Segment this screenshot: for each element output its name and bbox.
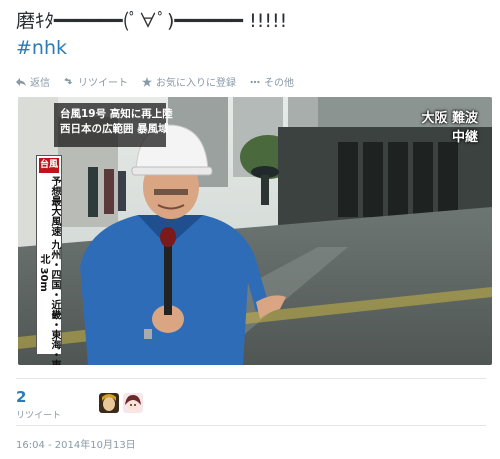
more-label: その他: [264, 78, 294, 89]
retweet-count-label: リツイート: [16, 411, 62, 421]
retweet-count: 2: [16, 388, 27, 406]
avatar[interactable]: [123, 393, 143, 413]
retweet-icon: [64, 77, 73, 84]
retweet-stats[interactable]: 2 リツイート: [16, 388, 61, 421]
tweet-actions: 返信 リツイート お気に入りに登録 その他: [16, 74, 294, 89]
retweet-label: リツイート: [78, 78, 128, 89]
divider-top: [16, 378, 486, 379]
reply-button[interactable]: 返信: [16, 74, 50, 89]
tweet-body: 磨ｷﾀ━━━━━━(ﾟ∀ﾟ)━━━━━━ !!!!!: [16, 10, 288, 32]
location-line-1: 大阪 難波: [421, 111, 478, 126]
divider-bottom: [16, 425, 486, 426]
retweet-button[interactable]: リツイート: [64, 74, 128, 89]
location-caption: 大阪 難波 中継: [421, 109, 478, 147]
wind-speed-panel: 台風 予想最大風速 九州・四国・近畿・東海・東北 30m: [36, 155, 62, 365]
ticker-line-1: 台風19号 高知に再上陸: [60, 108, 173, 120]
wind-panel-text: 予想最大風速 九州・四国・近畿・東海・東北 30m: [38, 176, 60, 365]
favorite-button[interactable]: お気に入りに登録: [142, 74, 236, 89]
reply-label: 返信: [30, 78, 50, 89]
tweet-timestamp[interactable]: 16:04 - 2014年10月13日: [16, 436, 136, 451]
tweet-text: 磨ｷﾀ━━━━━━(ﾟ∀ﾟ)━━━━━━ !!!!! #nhk: [16, 8, 486, 62]
more-icon: [250, 80, 260, 83]
ticker-line-2: 西日本の広範囲 暴風域: [60, 123, 169, 135]
avatar[interactable]: [99, 393, 119, 413]
more-button[interactable]: その他: [250, 74, 294, 89]
location-line-2: 中継: [451, 130, 478, 145]
retweeter-avatars: [99, 393, 143, 413]
star-icon: [142, 76, 152, 87]
reply-icon: [16, 77, 26, 86]
news-ticker: 台風19号 高知に再上陸 西日本の広範囲 暴風域: [54, 103, 173, 147]
hashtag-link[interactable]: #nhk: [16, 35, 486, 62]
wind-panel-header: 台風: [39, 158, 59, 173]
tweet-photo[interactable]: 台風19号 高知に再上陸 西日本の広範囲 暴風域 大阪 難波 中継 台風 予想最…: [18, 97, 492, 365]
favorite-label: お気に入りに登録: [156, 78, 236, 89]
